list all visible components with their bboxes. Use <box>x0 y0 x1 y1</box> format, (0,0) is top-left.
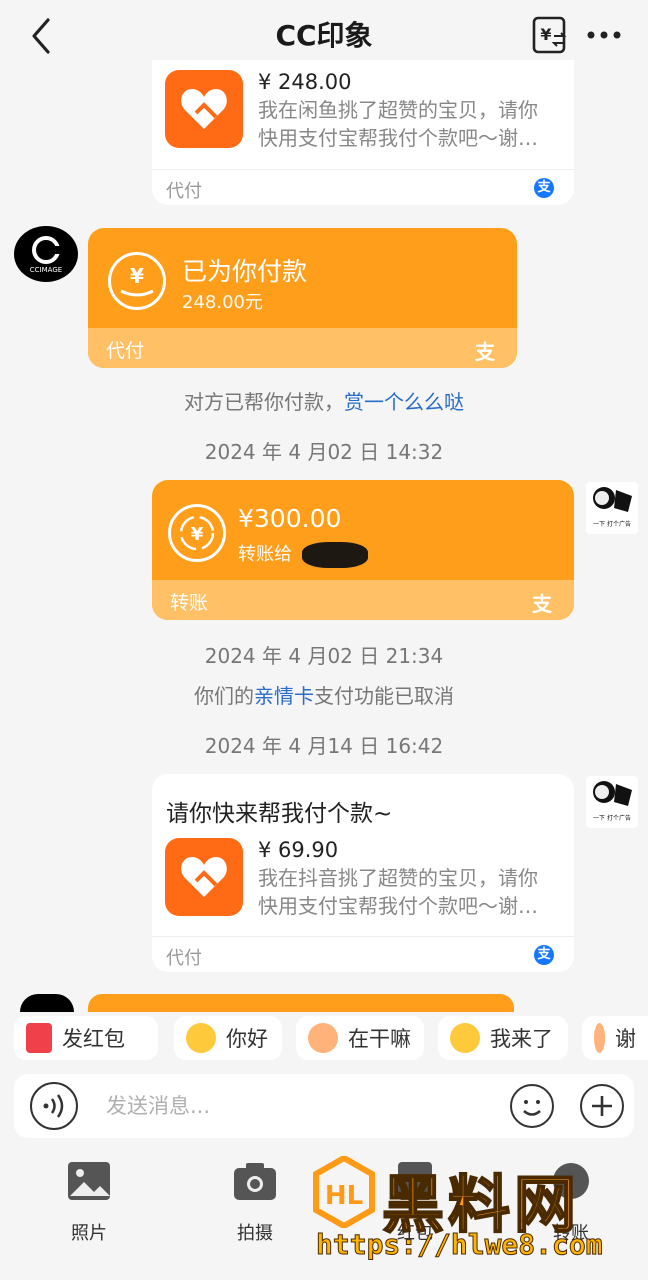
transfer-amount: ¥300.00 <box>238 504 342 533</box>
desc-line: 快用支付宝帮我付个款吧～谢… <box>258 126 538 150</box>
desc-line: 快用支付宝帮我付个款吧～谢… <box>258 894 538 918</box>
footer-label: 代付 <box>166 948 202 969</box>
quick-reply-here[interactable]: 我来了 <box>438 1016 568 1060</box>
system-text: 支付功能已取消 <box>314 684 454 708</box>
wave-emoji-icon <box>186 1023 216 1053</box>
plus-icon[interactable] <box>580 1084 624 1128</box>
footer-label: 代付 <box>106 340 145 362</box>
voice-icon[interactable] <box>30 1082 78 1130</box>
footer-label: 代付 <box>166 181 202 202</box>
chip-label: 我来了 <box>490 1027 553 1051</box>
quick-reply-bar: 发红包 你好 在干嘛 我来了 谢 <box>0 1012 648 1066</box>
user-avatar[interactable]: 一下 打个广告 <box>586 776 638 828</box>
handshake-heart-icon <box>165 838 243 916</box>
image-icon <box>68 1162 110 1200</box>
svg-text:¥: ¥ <box>540 25 551 44</box>
svg-text:CCIMAGE: CCIMAGE <box>30 266 62 274</box>
card-footer: 代付 支 <box>152 936 574 972</box>
transfer-yen-icon: ¥ <box>168 504 226 562</box>
timestamp: 2024 年 4 月14 日 16:42 <box>204 734 444 758</box>
price-label: ¥ 248.00 <box>258 70 352 94</box>
svg-text:一下 打个广告: 一下 打个广告 <box>593 520 631 528</box>
quick-reply-hello[interactable]: 你好 <box>174 1016 282 1060</box>
yen-hand-icon: ¥ <box>108 252 166 310</box>
chip-label: 发红包 <box>62 1027 125 1051</box>
red-envelope-icon <box>26 1023 52 1053</box>
tool-label: 照片 <box>71 1223 107 1244</box>
alipay-icon: 支 <box>534 178 554 198</box>
card-description: 我在闲鱼挑了超赞的宝贝，请你 快用支付宝帮我付个款吧～谢… <box>258 96 538 152</box>
alipay-icon: 支 <box>534 945 554 965</box>
thanks-emoji-icon <box>594 1023 605 1053</box>
message-input[interactable] <box>106 1086 486 1126</box>
request-title: 请你快来帮我付个款~ <box>166 801 393 827</box>
next-message-peek <box>88 994 514 1012</box>
paid-amount: 248.00元 <box>182 292 263 313</box>
price-label: ¥ 69.90 <box>258 838 339 862</box>
payment-request-card[interactable]: 请你快来帮我付个款~ ¥ 69.90 我在抖音挑了超赞的宝贝，请你 快用支付宝帮… <box>152 774 574 972</box>
payment-request-card[interactable]: ¥ 248.00 我在闲鱼挑了超赞的宝贝，请你 快用支付宝帮我付个款吧～谢… 代… <box>152 60 574 205</box>
payment-completed-card[interactable]: ¥ 已为你付款 248.00元 代付 支 <box>88 228 517 368</box>
quick-reply-whatsup[interactable]: 在干嘛 <box>296 1016 424 1060</box>
paid-title: 已为你付款 <box>182 257 308 286</box>
card-footer: 代付 支 <box>152 169 574 205</box>
family-card-link[interactable]: 亲情卡 <box>254 684 314 708</box>
sunglasses-emoji-icon <box>450 1023 480 1053</box>
watermark-url: https://hlwe8.com <box>316 1228 604 1262</box>
quick-reply-redpacket[interactable]: 发红包 <box>14 1016 158 1060</box>
system-message: 对方已帮你付款，赏一个么么哒 <box>0 386 648 415</box>
alipay-icon: 支 <box>475 340 495 364</box>
quick-reply-thanks[interactable]: 谢 <box>582 1016 648 1060</box>
reward-link[interactable]: 赏一个么么哒 <box>344 390 464 414</box>
site-watermark: HL 黑料网 https://hlwe8.com <box>310 1150 630 1276</box>
desc-line: 我在抖音挑了超赞的宝贝，请你 <box>258 866 538 890</box>
emoji-icon[interactable] <box>510 1084 554 1128</box>
svg-text:HL: HL <box>325 1181 363 1211</box>
system-text: 你们的 <box>194 684 254 708</box>
transfer-to-label: 转账给 <box>238 544 292 565</box>
handshake-heart-icon <box>165 70 243 148</box>
svg-text:¥: ¥ <box>191 524 204 545</box>
svg-text:一下 打个广告: 一下 打个广告 <box>593 814 631 822</box>
system-text: 对方已帮你付款， <box>184 390 344 414</box>
chip-label: 谢 <box>615 1027 636 1051</box>
watermark-logo-icon: HL <box>313 1156 375 1228</box>
tool-label: 拍摄 <box>237 1223 273 1244</box>
chip-label: 你好 <box>226 1027 268 1051</box>
chip-label: 在干嘛 <box>348 1027 411 1051</box>
message-input-bar <box>14 1074 634 1138</box>
timestamp: 2024 年 4 月02 日 14:32 <box>204 440 444 464</box>
contact-avatar[interactable]: CCIMAGE <box>14 226 78 282</box>
card-footer: 转账 支 <box>152 580 574 620</box>
card-footer: 代付 支 <box>88 328 517 368</box>
card-description: 我在抖音挑了超赞的宝贝，请你 快用支付宝帮我付个款吧～谢… <box>258 864 538 920</box>
svg-text:¥: ¥ <box>130 264 144 288</box>
timestamp: 2024 年 4 月02 日 21:34 <box>204 644 444 668</box>
more-icon[interactable] <box>584 20 624 50</box>
camera-button[interactable]: 拍摄 <box>210 1160 300 1245</box>
footer-label: 转账 <box>170 592 209 614</box>
transfer-card[interactable]: ¥ ¥300.00 转账给 转账 支 <box>152 480 574 620</box>
redacted-name <box>301 542 368 568</box>
camera-icon <box>234 1163 276 1200</box>
desc-line: 我在闲鱼挑了超赞的宝贝，请你 <box>258 98 538 122</box>
system-message: 你们的亲情卡支付功能已取消 <box>0 680 648 709</box>
transfer-recipient: 转账给 <box>238 540 368 568</box>
user-avatar[interactable]: 一下 打个广告 <box>586 482 638 534</box>
contact-avatar-peek <box>20 994 74 1012</box>
yen-transfer-icon[interactable]: ¥ <box>532 16 568 54</box>
alipay-icon: 支 <box>532 592 552 616</box>
shy-emoji-icon <box>308 1023 338 1053</box>
photo-button[interactable]: 照片 <box>44 1160 134 1245</box>
